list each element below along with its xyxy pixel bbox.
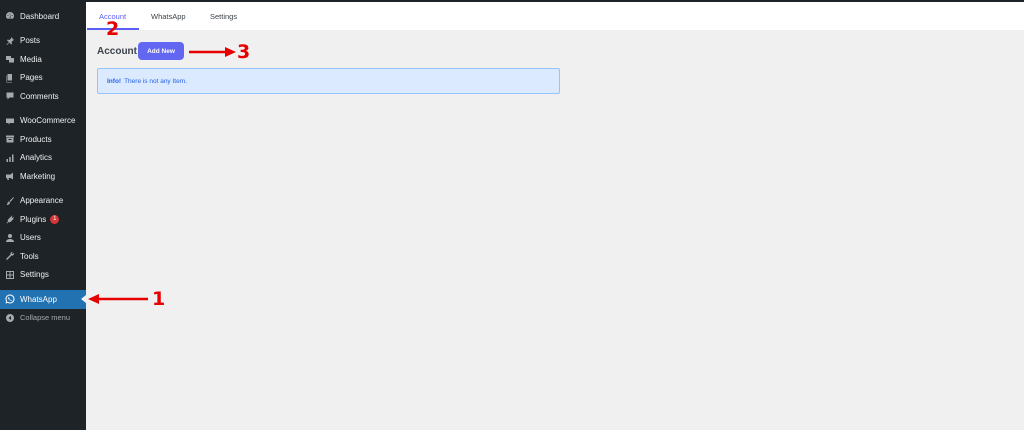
whatsapp-icon — [5, 294, 15, 304]
sidebar-item-label: Pages — [20, 73, 43, 83]
sidebar-item-dashboard[interactable]: Dashboard — [0, 7, 86, 26]
sidebar-item-label: Settings — [20, 270, 49, 280]
collapse-menu-button[interactable]: Collapse menu — [0, 309, 86, 328]
sidebar-item-label: Media — [20, 54, 42, 64]
sidebar-item-users[interactable]: Users — [0, 229, 86, 248]
sidebar-item-label: Dashboard — [20, 11, 60, 21]
info-message: There is not any Item. — [124, 77, 187, 85]
sidebar-item-label: Plugins — [20, 214, 47, 224]
sidebar-item-label: Collapse menu — [20, 313, 71, 323]
sidebar-item-media[interactable]: Media — [0, 50, 86, 69]
sidebar-item-label: WhatsApp — [20, 294, 57, 304]
update-count-badge: 1 — [50, 214, 60, 224]
annotation-arrow-1 — [88, 294, 148, 304]
sidebar-item-label: Appearance — [20, 196, 64, 206]
settings-icon — [5, 270, 15, 280]
sidebar-item-label: Posts — [20, 36, 41, 46]
page-title: Account — [97, 46, 137, 57]
wrench-icon — [5, 251, 15, 261]
sidebar-item-label: WooCommerce — [20, 116, 76, 126]
sidebar-item-label: Marketing — [20, 171, 56, 181]
annotation-arrow-3 — [189, 47, 236, 57]
sidebar-item-settings[interactable]: Settings — [0, 266, 86, 285]
info-label: Info! — [107, 77, 122, 85]
comment-icon — [5, 91, 15, 101]
sidebar-item-marketing[interactable]: Marketing — [0, 167, 86, 186]
sidebar-item-label: Analytics — [20, 153, 53, 163]
plug-icon — [5, 214, 15, 224]
tab-settings[interactable]: Settings — [210, 12, 237, 21]
sidebar-item-label: Comments — [20, 91, 59, 101]
pin-icon — [5, 36, 15, 46]
pages-icon — [5, 73, 15, 83]
sidebar-item-whatsapp[interactable]: WhatsApp — [0, 290, 86, 309]
sidebar-item-appearance[interactable]: Appearance — [0, 192, 86, 211]
bar-chart-icon — [5, 153, 15, 163]
add-new-button[interactable]: Add New — [138, 42, 184, 60]
brush-icon — [5, 196, 15, 206]
sidebar-item-products[interactable]: Products — [0, 130, 86, 149]
woocommerce-icon — [5, 116, 15, 126]
tab-whatsapp[interactable]: WhatsApp — [151, 12, 186, 21]
top-edge — [86, 0, 1024, 2]
media-icon — [5, 54, 15, 64]
sidebar-item-comments[interactable]: Comments — [0, 87, 86, 106]
annotation-number-1: 1 — [152, 288, 166, 310]
sidebar-item-plugins[interactable]: Plugins 1 — [0, 210, 86, 229]
user-icon — [5, 233, 15, 243]
sidebar-item-label: Tools — [20, 251, 39, 261]
admin-sidebar: Dashboard Posts Media Pages Comments Woo… — [0, 0, 86, 430]
sidebar-item-tools[interactable]: Tools — [0, 247, 86, 266]
sidebar-item-posts[interactable]: Posts — [0, 32, 86, 51]
annotation-number-3: 3 — [237, 41, 251, 63]
sidebar-item-label: Products — [20, 134, 52, 144]
sidebar-item-analytics[interactable]: Analytics — [0, 149, 86, 168]
sidebar-item-pages[interactable]: Pages — [0, 69, 86, 88]
collapse-icon — [5, 313, 15, 323]
annotation-number-2: 2 — [106, 18, 120, 40]
archive-icon — [5, 134, 15, 144]
sidebar-item-woocommerce[interactable]: WooCommerce — [0, 112, 86, 131]
dashboard-icon — [5, 11, 15, 21]
info-notice: Info! There is not any Item. — [97, 68, 560, 94]
sidebar-item-label: Users — [20, 233, 41, 243]
megaphone-icon — [5, 171, 15, 181]
